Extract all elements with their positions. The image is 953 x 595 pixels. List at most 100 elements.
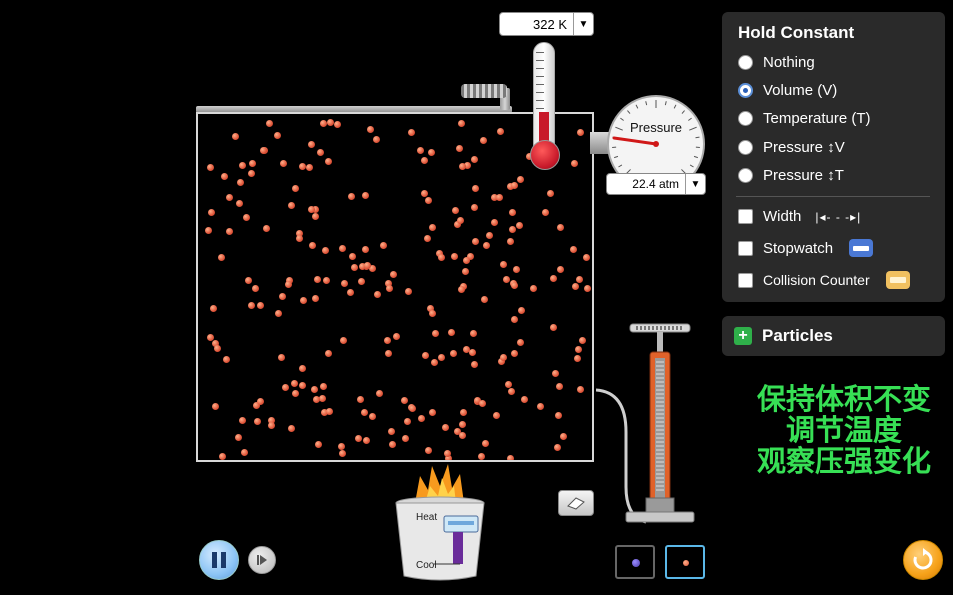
gas-particle (471, 360, 479, 368)
reset-button[interactable] (903, 540, 943, 580)
radio-volume[interactable]: Volume (V) (738, 82, 837, 99)
gas-particle (428, 310, 436, 318)
gas-particle (292, 389, 300, 397)
gas-particle (472, 185, 480, 193)
gas-particle (491, 218, 499, 226)
radio-pressure-v[interactable]: Pressure ↕V (738, 139, 845, 156)
gas-particle (430, 358, 438, 366)
gas-particle (554, 443, 562, 451)
gas-particle (207, 163, 215, 171)
particles-accordion[interactable]: + Particles (722, 316, 945, 356)
gas-particle (218, 254, 226, 262)
pause-icon (212, 552, 217, 568)
heat-label: Heat (416, 512, 438, 523)
plus-icon[interactable]: + (734, 327, 752, 345)
gas-particle (423, 234, 431, 242)
gas-particle (574, 345, 582, 353)
gas-particle (550, 324, 557, 332)
light-species-button[interactable] (665, 545, 705, 579)
stopwatch-icon (849, 239, 874, 257)
gas-particle (314, 276, 322, 284)
gas-particle (408, 404, 416, 412)
gas-particle (407, 128, 415, 136)
checkbox[interactable] (738, 272, 753, 288)
radio-button[interactable] (738, 55, 753, 70)
gas-particle (571, 282, 579, 290)
gas-particle (470, 155, 478, 163)
radio-label: Pressure ↕V (763, 139, 845, 156)
gas-particle (273, 132, 281, 140)
gas-particle (570, 245, 578, 253)
gas-particle (575, 276, 583, 284)
gas-particle (579, 337, 587, 345)
gas-particle (361, 245, 369, 253)
gas-particle (460, 409, 468, 417)
gas-particle (220, 172, 228, 180)
gas-particle (351, 263, 359, 271)
gas-particle (418, 415, 426, 423)
gas-particle (290, 379, 298, 387)
gas-particle (546, 190, 554, 198)
radio-button[interactable] (738, 140, 753, 155)
gas-particle (337, 442, 345, 450)
radio-button[interactable] (738, 168, 753, 183)
step-button[interactable] (248, 546, 276, 574)
radio-pressure-t[interactable]: Pressure ↕T (738, 167, 844, 184)
gas-particle (459, 420, 466, 428)
radio-button-selected[interactable] (738, 83, 753, 98)
eraser-icon (567, 497, 585, 510)
gas-particle (516, 222, 524, 230)
radio-button[interactable] (738, 111, 753, 126)
gas-particle (478, 399, 486, 407)
gas-particle (443, 449, 451, 457)
gas-particle (507, 388, 515, 396)
temperature-readout[interactable]: 322 K ▼ (499, 12, 594, 36)
gas-particle (429, 408, 437, 416)
gas-particle (325, 349, 333, 357)
thermometer-tick (536, 52, 544, 53)
gas-particle (485, 232, 493, 240)
gas-particle (431, 329, 439, 337)
gas-particle (235, 200, 243, 208)
gas-particle (239, 162, 247, 170)
gas-particle (416, 146, 424, 154)
checkbox-collision-counter[interactable]: Collision Counter (738, 271, 910, 289)
bicycle-pump[interactable] (596, 322, 706, 534)
eraser-button[interactable] (558, 490, 594, 516)
checkbox-width[interactable]: Width |◂- - -▸| (738, 208, 861, 225)
heavy-species-button[interactable] (615, 545, 655, 579)
chevron-down-icon[interactable]: ▼ (685, 174, 705, 194)
gas-particle (347, 192, 355, 200)
gas-particle (251, 284, 259, 292)
gas-particle (389, 270, 397, 278)
gas-particle (254, 417, 262, 425)
pause-button[interactable] (199, 540, 239, 580)
lid-handle[interactable] (461, 84, 507, 98)
radio-nothing[interactable]: Nothing (738, 54, 815, 71)
thermometer-tick (536, 68, 544, 69)
checkbox[interactable] (738, 209, 753, 224)
gas-particle (403, 417, 411, 425)
checkbox[interactable] (738, 240, 753, 256)
gas-particle (438, 253, 446, 261)
gas-particle (517, 306, 525, 314)
gas-particle (374, 290, 382, 298)
gas-particle (456, 216, 464, 224)
pressure-readout[interactable]: 22.4 atm ▼ (606, 173, 706, 195)
gas-particle (299, 296, 307, 304)
gas-particle (481, 295, 489, 303)
gas-particle (402, 434, 410, 442)
radio-temperature[interactable]: Temperature (T) (738, 110, 871, 127)
checkbox-stopwatch[interactable]: Stopwatch (738, 239, 874, 257)
gas-particle (557, 223, 565, 231)
gas-particle (248, 159, 256, 167)
gas-particle (471, 237, 479, 245)
gas-particle (452, 206, 460, 214)
caption-line: 观察压强变化 (756, 444, 931, 478)
gas-particle (385, 349, 393, 357)
gas-particle (327, 119, 335, 127)
chevron-down-icon[interactable]: ▼ (573, 13, 593, 35)
gas-particle (584, 284, 592, 292)
counter-icon (885, 271, 910, 289)
gas-particle (583, 254, 591, 262)
